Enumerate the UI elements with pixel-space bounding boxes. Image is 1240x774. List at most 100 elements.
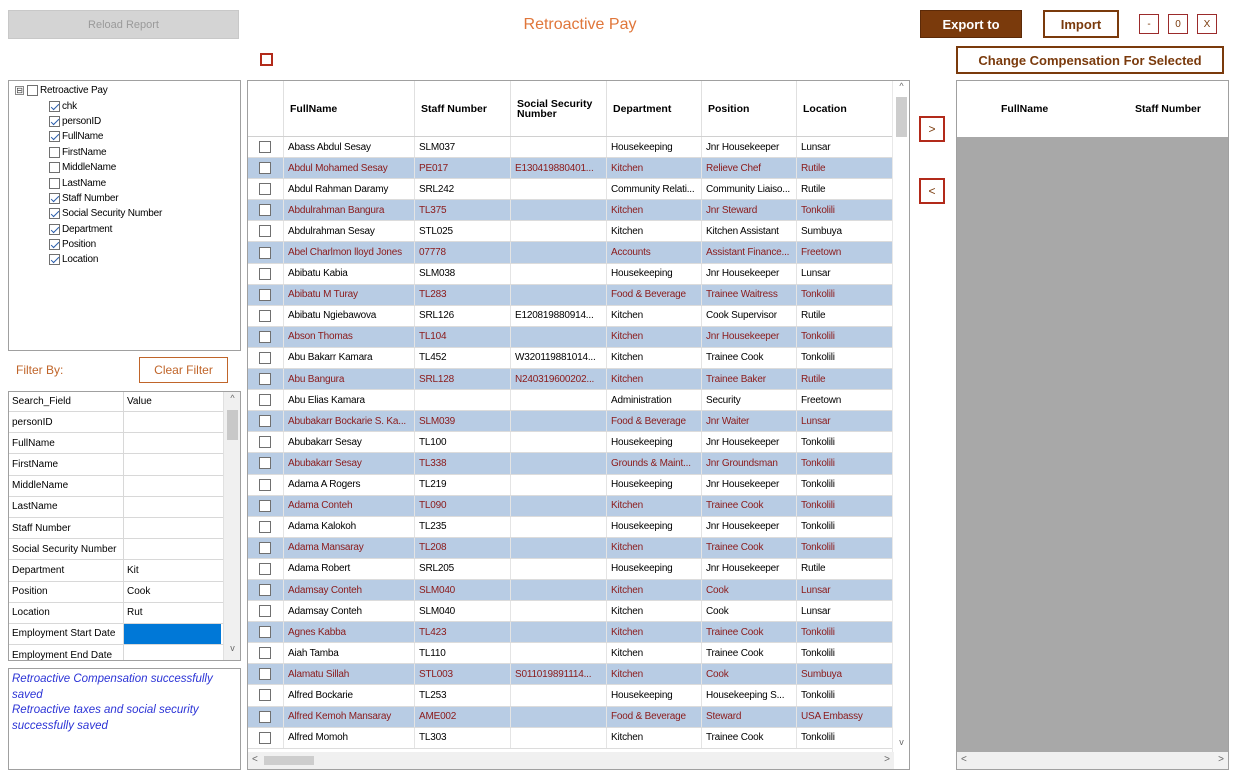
fullname-cell[interactable]: Abu Bangura [284, 369, 415, 390]
position-cell[interactable]: Jnr Housekeeper [702, 516, 797, 537]
fullname-cell[interactable]: Abdul Mohamed Sesay [284, 158, 415, 179]
position-cell[interactable]: Cook [702, 579, 797, 601]
row-checkbox[interactable] [259, 584, 271, 597]
department-cell[interactable]: Kitchen [607, 664, 702, 685]
fullname-cell[interactable]: Abubakarr Bockarie S. Ka... [284, 411, 415, 432]
filter-value-cell[interactable] [124, 497, 221, 517]
location-cell[interactable]: Tonkolili [797, 495, 894, 516]
tree-item-checkbox[interactable] [49, 100, 60, 112]
move-right-button[interactable]: > [919, 116, 945, 142]
staff-number-cell[interactable]: TL452 [415, 347, 511, 369]
department-cell[interactable]: Housekeeping [607, 263, 702, 284]
ssn-cell[interactable] [511, 685, 607, 706]
fullname-cell[interactable]: Abibatu M Turay [284, 284, 415, 305]
department-cell[interactable]: Kitchen [607, 643, 702, 664]
row-checkbox[interactable] [259, 415, 271, 428]
table-row[interactable]: Adama Conteh TL090 Kitchen Trainee Cook Tonk… [248, 495, 894, 517]
table-row[interactable]: Aiah Tamba TL110 Kitchen Trainee Cook Tonkol… [248, 643, 894, 665]
position-cell[interactable]: Kitchen Assistant [702, 221, 797, 242]
ssn-cell[interactable] [511, 622, 607, 643]
tree-item[interactable]: Staff Number [9, 191, 240, 206]
filter-scrollbar[interactable]: ^ v [223, 392, 240, 660]
position-cell[interactable]: Trainee Cook [702, 347, 797, 369]
location-cell[interactable]: Lunsar [797, 411, 894, 432]
fullname-cell[interactable]: Abdulrahman Sesay [284, 221, 415, 242]
filter-value-cell[interactable]: Rut [124, 603, 221, 623]
staff-number-cell[interactable]: TL338 [415, 453, 511, 474]
tree-item-checkbox[interactable] [49, 146, 60, 158]
staff-number-cell[interactable]: 07778 [415, 242, 511, 263]
filter-value-cell[interactable]: Kit [124, 560, 221, 580]
position-cell[interactable]: Steward [702, 706, 797, 727]
staff-number-cell[interactable]: TL219 [415, 474, 511, 495]
department-cell[interactable]: Accounts [607, 242, 702, 263]
row-checkbox[interactable] [259, 288, 271, 301]
filter-value-cell[interactable] [124, 645, 221, 660]
department-cell[interactable]: Kitchen [607, 537, 702, 558]
filter-scroll-thumb[interactable] [227, 410, 238, 440]
table-row[interactable]: Abu Bangura SRL128 N240319600202... Kitchen… [248, 369, 894, 391]
scroll-left-icon[interactable]: < [252, 754, 258, 765]
ssn-cell[interactable] [511, 516, 607, 537]
header-position[interactable]: Position [702, 81, 797, 136]
selected-header-fullname[interactable]: FullName [995, 81, 1129, 137]
filter-value-cell[interactable] [124, 476, 221, 496]
grid-vertical-scrollbar[interactable]: ^ v [892, 81, 909, 753]
fullname-cell[interactable]: Abubakarr Sesay [284, 453, 415, 474]
department-cell[interactable]: Housekeeping [607, 516, 702, 537]
row-checkbox[interactable] [259, 478, 271, 491]
location-cell[interactable]: Rutile [797, 179, 894, 200]
header-ssn[interactable]: Social Security Number [511, 81, 607, 136]
fullname-cell[interactable]: Adama Conteh [284, 495, 415, 516]
row-checkbox[interactable] [259, 605, 271, 618]
fullname-cell[interactable]: Abdulrahman Bangura [284, 200, 415, 221]
filter-value-cell[interactable] [124, 433, 221, 453]
position-cell[interactable]: Relieve Chef [702, 158, 797, 179]
position-cell[interactable]: Security [702, 390, 797, 411]
fullname-cell[interactable]: Abass Abdul Sesay [284, 137, 415, 158]
ssn-cell[interactable] [511, 432, 607, 453]
location-cell[interactable]: Sumbuya [797, 664, 894, 685]
staff-number-cell[interactable]: TL235 [415, 516, 511, 537]
position-cell[interactable]: Trainee Waitress [702, 284, 797, 305]
scroll-right-icon[interactable]: > [1218, 754, 1224, 765]
ssn-cell[interactable] [511, 390, 607, 411]
position-cell[interactable]: Jnr Housekeeper [702, 474, 797, 495]
fullname-cell[interactable]: Adamsay Conteh [284, 601, 415, 622]
department-cell[interactable]: Food & Beverage [607, 411, 702, 432]
location-cell[interactable]: Sumbuya [797, 221, 894, 242]
department-cell[interactable]: Kitchen [607, 305, 702, 326]
department-cell[interactable]: Housekeeping [607, 685, 702, 706]
table-row[interactable]: Adamsay Conteh SLM040 Kitchen Cook Lunsar [248, 601, 894, 623]
header-department[interactable]: Department [607, 81, 702, 136]
fullname-cell[interactable]: Abu Elias Kamara [284, 390, 415, 411]
ssn-cell[interactable] [511, 263, 607, 284]
department-cell[interactable]: Kitchen [607, 369, 702, 390]
staff-number-cell[interactable]: SRL128 [415, 369, 511, 390]
staff-number-cell[interactable]: TL104 [415, 326, 511, 347]
table-row[interactable]: Alfred Momoh TL303 Kitchen Trainee Cook Tonk… [248, 727, 894, 749]
location-cell[interactable]: Tonkolili [797, 643, 894, 664]
ssn-cell[interactable]: E130419880401... [511, 158, 607, 179]
tree-item[interactable]: personID [9, 114, 240, 129]
move-left-button[interactable]: < [919, 178, 945, 204]
location-cell[interactable]: Rutile [797, 158, 894, 179]
staff-number-cell[interactable]: TL423 [415, 622, 511, 643]
tree-item-checkbox[interactable] [49, 131, 60, 143]
staff-number-cell[interactable]: TL090 [415, 495, 511, 516]
position-cell[interactable]: Community Liaiso... [702, 179, 797, 200]
tree-item-checkbox[interactable] [49, 162, 60, 174]
filter-value-cell[interactable]: Cook [124, 582, 221, 602]
location-cell[interactable]: Tonkolili [797, 326, 894, 347]
department-cell[interactable]: Community Relati... [607, 179, 702, 200]
staff-number-cell[interactable]: SLM038 [415, 263, 511, 284]
position-cell[interactable]: Jnr Steward [702, 200, 797, 221]
row-checkbox[interactable] [259, 267, 271, 280]
position-cell[interactable]: Jnr Housekeeper [702, 558, 797, 579]
table-row[interactable]: Abibatu M Turay TL283 Food & Beverage Train… [248, 284, 894, 306]
filter-value-cell[interactable] [124, 454, 221, 474]
ssn-cell[interactable] [511, 706, 607, 727]
department-cell[interactable]: Kitchen [607, 727, 702, 748]
row-checkbox[interactable] [259, 141, 271, 154]
tree-item[interactable]: chk [9, 98, 240, 113]
